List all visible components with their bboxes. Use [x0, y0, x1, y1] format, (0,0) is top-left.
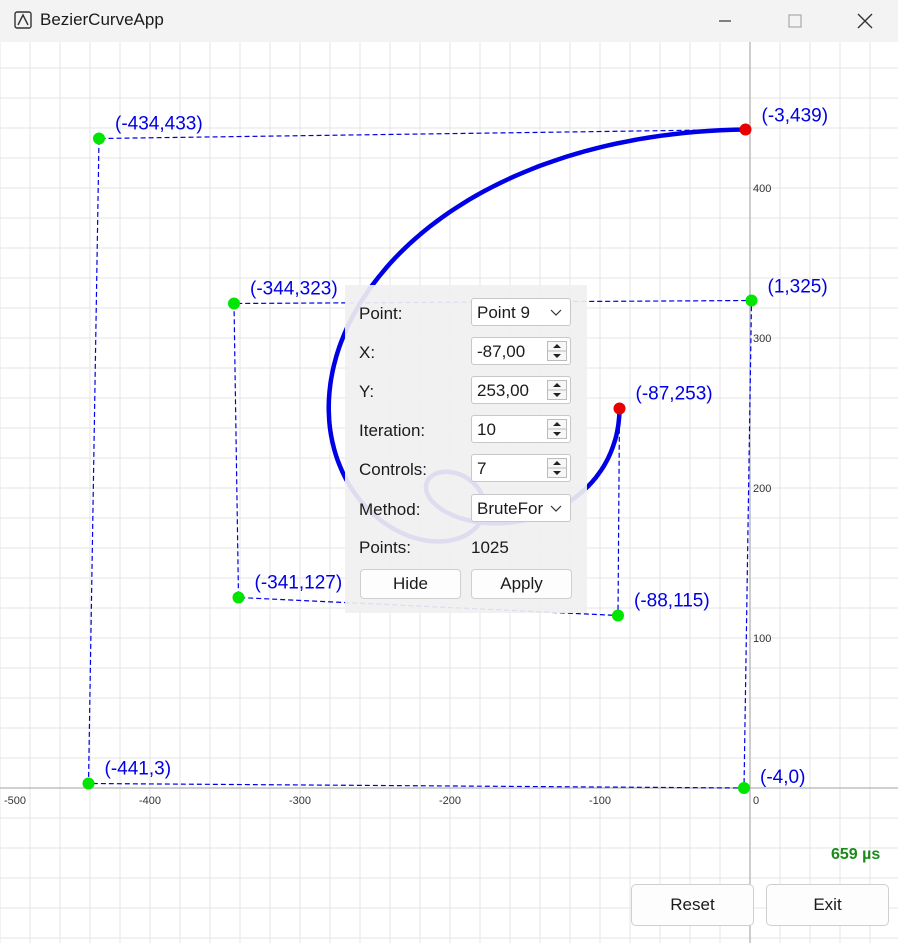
apply-button[interactable]: Apply — [471, 569, 572, 599]
endpoint-marker[interactable] — [739, 123, 752, 136]
point-coordinate-label: (-441,3) — [105, 759, 172, 780]
maximize-icon — [788, 14, 802, 28]
point-coordinate-label: (1,325) — [768, 277, 828, 298]
point-coordinate-label: (-3,439) — [762, 106, 829, 127]
maximize-button[interactable] — [772, 0, 818, 42]
x-spinbox[interactable]: -87,00 — [471, 337, 571, 365]
point-coordinate-label: (-344,323) — [250, 279, 338, 300]
chevron-down-icon — [550, 309, 562, 316]
x-tick-label: -100 — [589, 795, 611, 807]
control-point-marker[interactable] — [228, 297, 240, 310]
method-label: Method: — [359, 500, 421, 519]
controls-label: Controls: — [359, 460, 428, 479]
point-select-value: Point 9 — [477, 303, 530, 322]
app-icon — [14, 11, 32, 29]
endpoint-marker[interactable] — [613, 402, 626, 415]
exit-button[interactable]: Exit — [766, 884, 889, 926]
y-tick-label: 400 — [753, 183, 771, 195]
minimize-icon — [719, 20, 731, 22]
controls-value: 7 — [477, 459, 487, 478]
control-point-marker[interactable] — [232, 591, 245, 604]
point-coordinate-label: (-88,115) — [634, 591, 710, 612]
control-point-marker[interactable] — [745, 294, 758, 307]
iteration-label: Iteration: — [359, 421, 426, 440]
reset-button[interactable]: Reset — [631, 884, 754, 926]
close-button[interactable] — [842, 0, 888, 42]
method-value: BruteFor — [477, 499, 544, 518]
control-point-marker[interactable] — [93, 132, 105, 145]
y-label: Y: — [359, 382, 375, 401]
settings-panel: Point: Point 9 X: -87,00 Y: 253,00 Itera… — [345, 285, 587, 613]
iteration-value: 10 — [477, 420, 496, 439]
x-value: -87,00 — [477, 342, 526, 361]
point-coordinate-label: (-341,127) — [255, 573, 343, 594]
spin-arrows-icon[interactable] — [547, 341, 567, 361]
spin-arrows-icon[interactable] — [547, 419, 567, 439]
control-point-marker[interactable] — [738, 782, 750, 794]
points-count: 1025 — [471, 538, 509, 557]
point-coordinate-label: (-4,0) — [760, 767, 805, 788]
points-label: Points: — [359, 538, 411, 557]
timing-readout: 659 µs — [831, 846, 881, 863]
controls-spinbox[interactable]: 7 — [471, 454, 571, 482]
point-select[interactable]: Point 9 — [471, 298, 571, 326]
x-label: X: — [359, 343, 376, 362]
iteration-spinbox[interactable]: 10 — [471, 415, 571, 443]
method-select[interactable]: BruteFor — [471, 494, 571, 522]
x-tick-label: 0 — [753, 795, 759, 807]
y-tick-label: 200 — [753, 483, 771, 495]
point-coordinate-label: (-87,253) — [636, 384, 713, 405]
hide-button[interactable]: Hide — [360, 569, 461, 599]
y-tick-label: 100 — [753, 633, 771, 645]
window-title: BezierCurveApp — [40, 10, 164, 29]
y-tick-label: 500 — [753, 42, 771, 45]
y-spinbox[interactable]: 253,00 — [471, 376, 571, 404]
chevron-down-icon — [550, 505, 562, 512]
title-bar: BezierCurveApp — [0, 0, 898, 42]
close-icon — [857, 13, 873, 29]
spin-arrows-icon[interactable] — [547, 380, 567, 400]
y-tick-label: 300 — [753, 333, 771, 345]
x-tick-label: -400 — [139, 795, 161, 807]
control-point-marker[interactable] — [612, 609, 624, 622]
x-tick-label: -200 — [439, 795, 461, 807]
point-coordinate-label: (-434,433) — [115, 114, 203, 135]
control-point-marker[interactable] — [82, 777, 95, 790]
point-label: Point: — [359, 304, 403, 323]
x-tick-label: -500 — [4, 795, 26, 807]
minimize-button[interactable] — [702, 0, 748, 42]
y-value: 253,00 — [477, 381, 529, 400]
spin-arrows-icon[interactable] — [547, 458, 567, 478]
x-tick-label: -300 — [289, 795, 311, 807]
